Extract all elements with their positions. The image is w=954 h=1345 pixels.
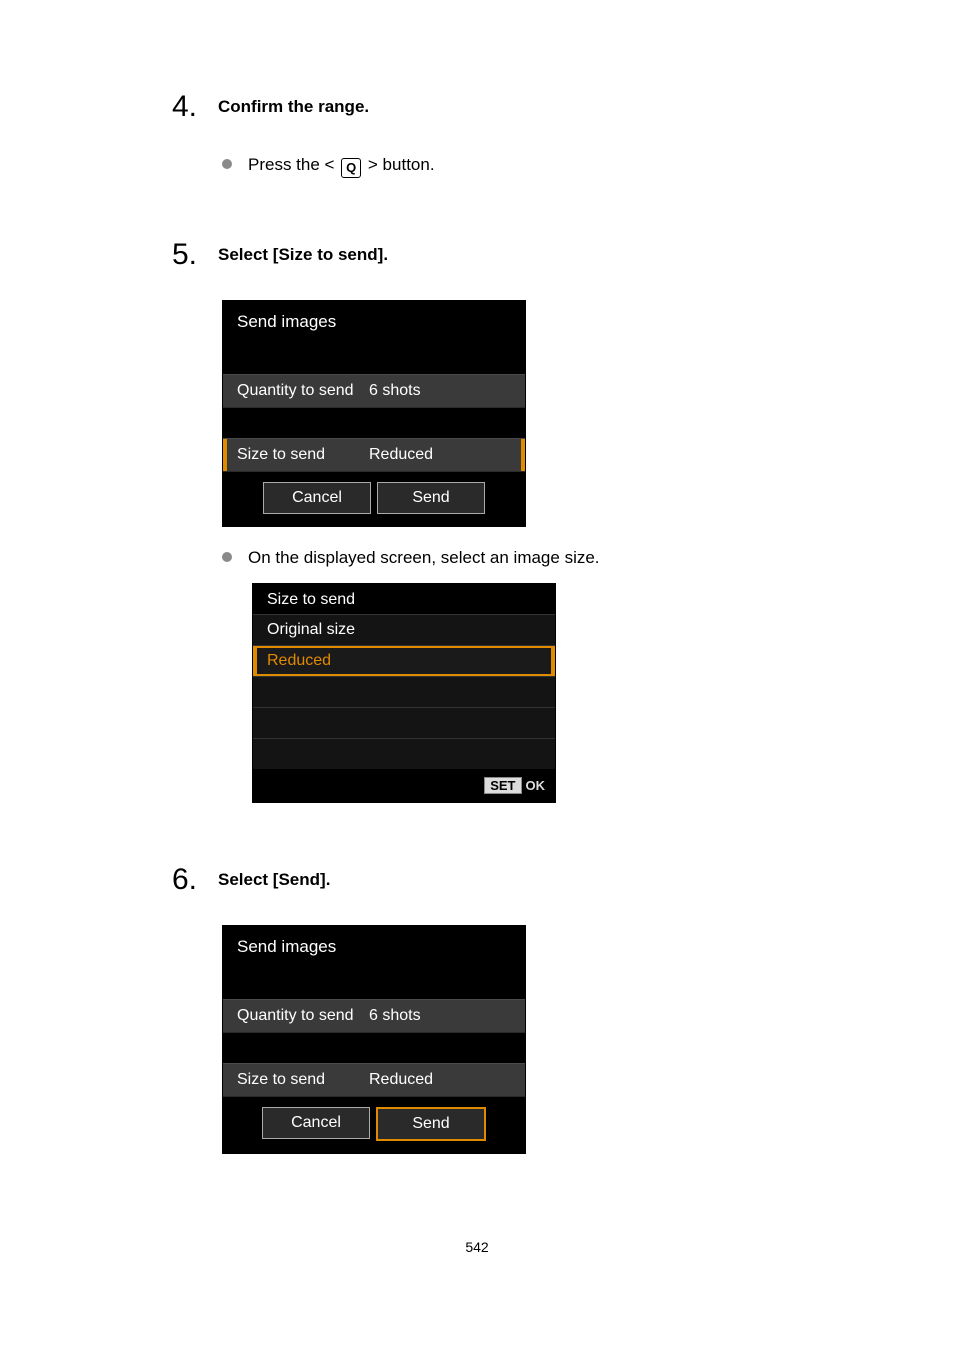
step-4: 4. Confirm the range. Press the < Q > bu…	[172, 90, 894, 178]
q-button-icon: Q	[341, 158, 361, 178]
page-number: 542	[0, 1239, 954, 1255]
bullet-list: Press the < Q > button.	[222, 152, 894, 178]
bullet-list: On the displayed screen, select an image…	[222, 545, 894, 571]
step-number: 4.	[172, 90, 218, 124]
set-label: SET	[484, 777, 521, 794]
spacer	[223, 1033, 525, 1063]
step-header: 6. Select [Send].	[172, 863, 894, 897]
bullet-icon	[222, 552, 232, 562]
screen-title: Send images	[223, 926, 525, 969]
option-original-size[interactable]: Original size	[253, 614, 555, 645]
bullet-icon	[222, 159, 232, 169]
step-header: 4. Confirm the range.	[172, 90, 894, 124]
cancel-button[interactable]: Cancel	[262, 1107, 370, 1139]
quantity-value: 6 shots	[369, 383, 511, 399]
send-button[interactable]: Send	[376, 1107, 486, 1141]
button-row: Cancel Send	[223, 1097, 525, 1153]
screen-title: Size to send	[253, 584, 555, 614]
camera-screen-send-images: Send images Quantity to send 6 shots Siz…	[222, 300, 526, 527]
camera-screen-send-images: Send images Quantity to send 6 shots Siz…	[222, 925, 526, 1154]
step-title: Confirm the range.	[218, 97, 369, 117]
step-title: Select [Send].	[218, 870, 330, 890]
text-post: > button.	[363, 155, 434, 174]
quantity-value: 6 shots	[369, 1008, 511, 1024]
screen-title: Send images	[223, 301, 525, 344]
set-ok-row: SET OK	[253, 769, 555, 802]
spacer	[223, 344, 525, 374]
send-button[interactable]: Send	[377, 482, 485, 514]
empty-row	[253, 676, 555, 707]
manual-page: 4. Confirm the range. Press the < Q > bu…	[0, 0, 954, 1345]
step-5: 5. Select [Size to send]. Send images Qu…	[172, 238, 894, 803]
quantity-label: Quantity to send	[237, 1008, 369, 1024]
step-header: 5. Select [Size to send].	[172, 238, 894, 272]
ok-label: OK	[522, 779, 546, 792]
size-value: Reduced	[369, 1072, 511, 1088]
size-value: Reduced	[369, 447, 511, 463]
set-ok-indicator: SET OK	[484, 777, 545, 794]
step-6: 6. Select [Send]. Send images Quantity t…	[172, 863, 894, 1154]
step-number: 5.	[172, 238, 218, 272]
empty-row	[253, 707, 555, 738]
text-pre: Press the <	[248, 155, 339, 174]
quantity-row: Quantity to send 6 shots	[223, 999, 525, 1033]
size-to-send-row[interactable]: Size to send Reduced	[223, 438, 525, 472]
quantity-row: Quantity to send 6 shots	[223, 374, 525, 408]
bullet-item: On the displayed screen, select an image…	[222, 545, 894, 571]
bullet-item: Press the < Q > button.	[222, 152, 894, 178]
step-number: 6.	[172, 863, 218, 897]
bullet-text: On the displayed screen, select an image…	[248, 545, 600, 571]
cancel-button[interactable]: Cancel	[263, 482, 371, 514]
size-label: Size to send	[237, 447, 369, 463]
bullet-text: Press the < Q > button.	[248, 152, 435, 178]
button-row: Cancel Send	[223, 472, 525, 526]
spacer	[223, 408, 525, 438]
step-title: Select [Size to send].	[218, 245, 388, 265]
quantity-label: Quantity to send	[237, 383, 369, 399]
spacer	[223, 969, 525, 999]
size-to-send-row[interactable]: Size to send Reduced	[223, 1063, 525, 1097]
camera-screen-size-select: Size to send Original size Reduced SET O…	[252, 583, 556, 803]
empty-row	[253, 738, 555, 769]
size-label: Size to send	[237, 1072, 369, 1088]
option-reduced[interactable]: Reduced	[253, 645, 555, 676]
